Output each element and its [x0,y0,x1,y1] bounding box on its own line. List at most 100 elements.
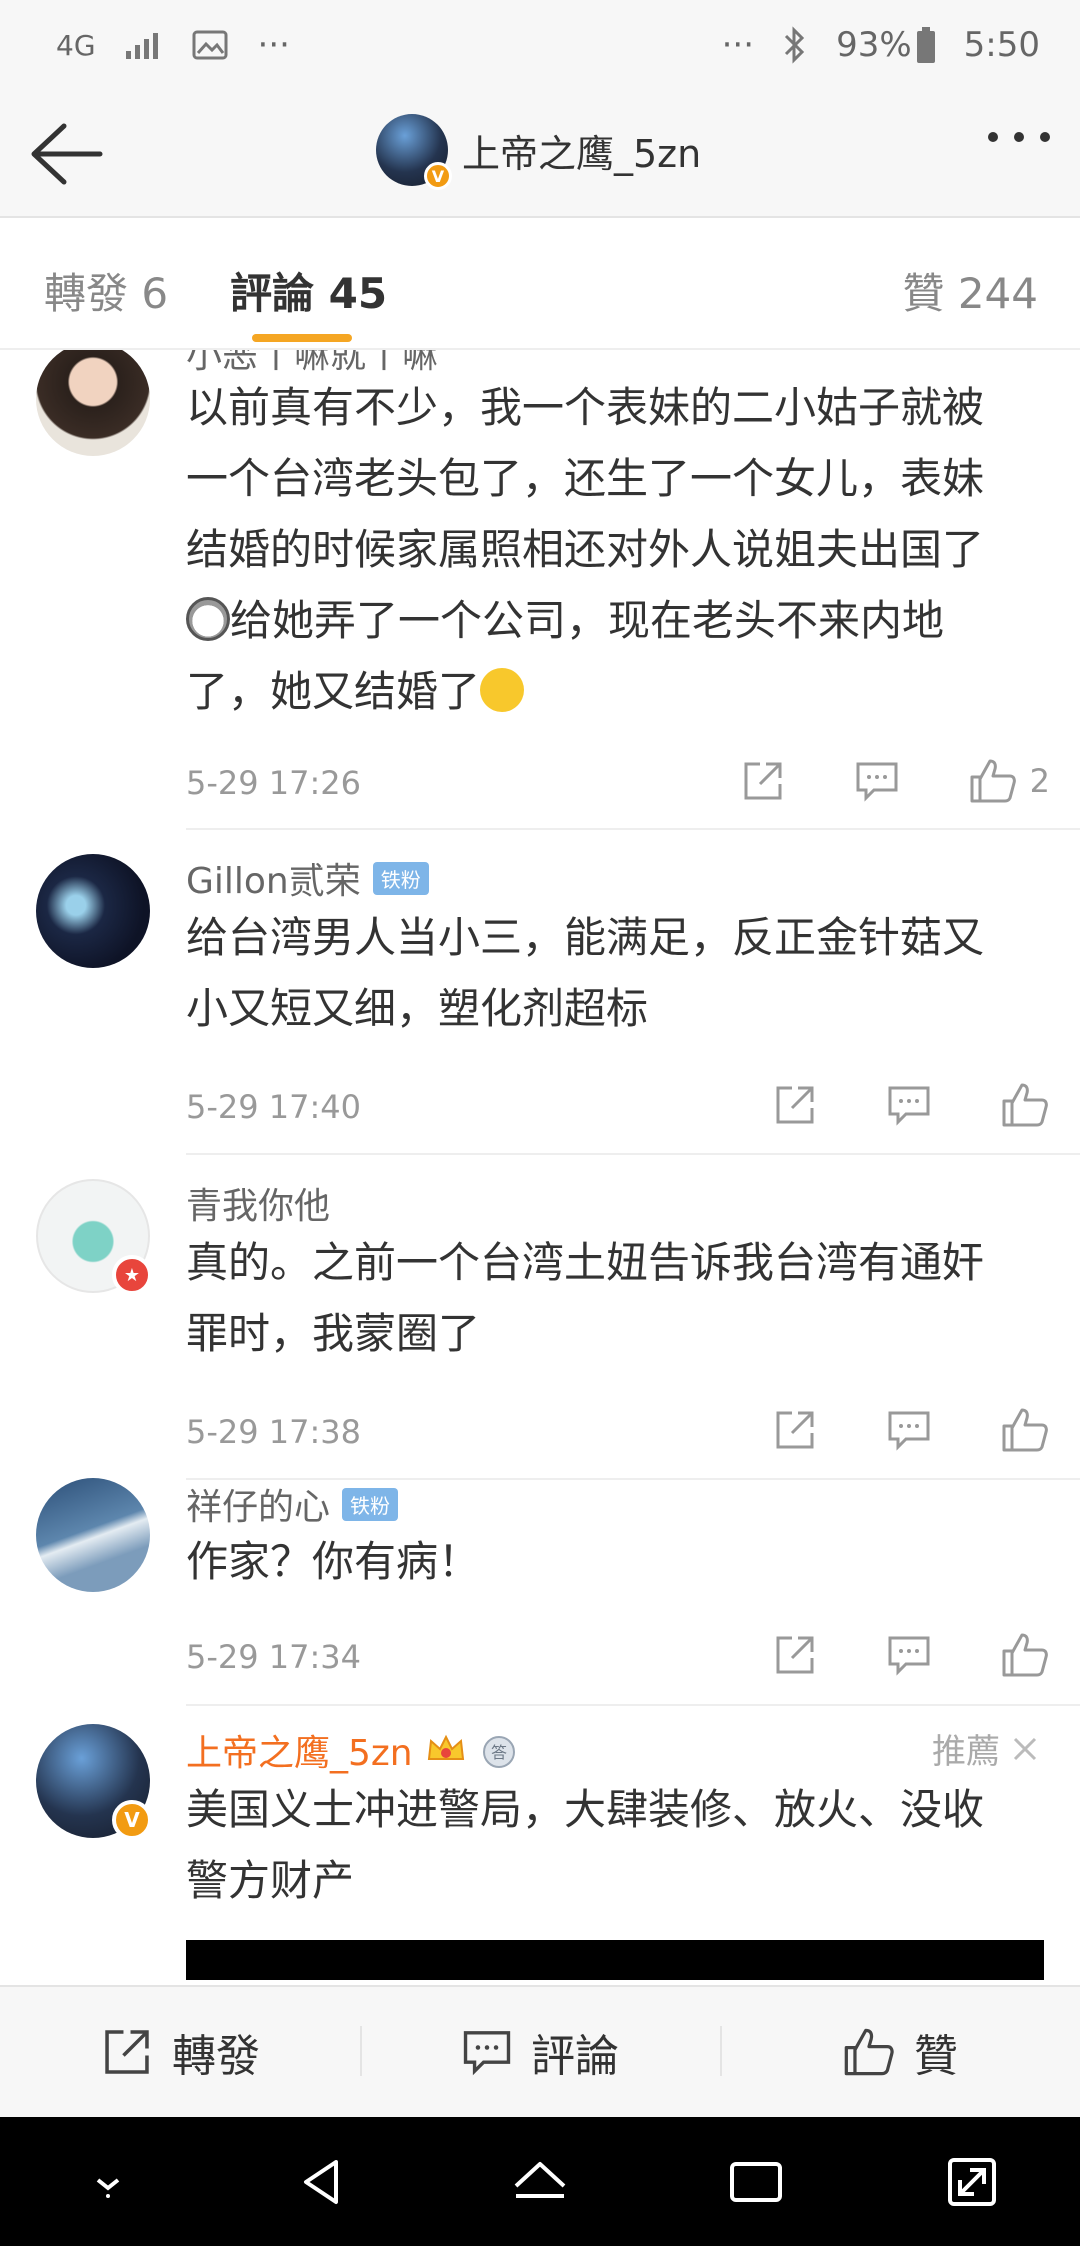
status-bar: 4G ··· ··· 93% 5:50 [0,0,1080,90]
recent-apps-icon[interactable] [724,2150,788,2214]
comment-time: 5-29 17:34 [186,1638,362,1676]
comment-time: 5-29 17:38 [186,1413,362,1451]
commenter-name[interactable]: 上帝之鹰_5zn 答 [186,1724,519,1776]
commenter-name[interactable]: 祥仔的心 铁粉 [186,1478,399,1530]
share-icon [776,1636,814,1674]
reply-button[interactable] [886,1080,936,1130]
avatar[interactable]: V [376,114,452,190]
comment-line: 一个台湾老头包了，还生了一个女儿，表妹 [186,454,985,503]
back-triangle-icon[interactable] [292,2150,356,2214]
expand-icon[interactable] [940,2150,1004,2214]
comment-line: 作家？你有病！ [186,1537,481,1586]
signal-icon [125,33,158,59]
comment-text: 真的。之前一个台湾土妞告诉我台湾有通奸 罪时，我蒙圈了 [186,1227,1046,1369]
commenter-avatar[interactable] [36,1478,150,1592]
comment-line: 给台湾男人当小三，能满足，反正金针菇又 [186,913,985,962]
panda-emoji-icon [186,597,230,641]
forward-label: 轉發 [172,2031,260,2082]
comment-line: 了，她又结婚了 [186,667,481,716]
tab-bar: 轉發 6 評論 45 贊 244 [0,218,1080,350]
verified-badge: V [424,162,452,190]
comment-list[interactable]: 小恶丨嘛就丨嘛 以前真有不少，我一个表妹的二小姑子就被 一个台湾老头包了，还生了… [0,350,1080,1985]
comment-button[interactable]: 評論 [360,2020,720,2084]
comment-line: 美国义士冲进警局，大肆装修、放火、没收 [186,1785,985,1834]
media-preview[interactable] [186,1940,1044,1980]
commenter-avatar[interactable]: V [36,1724,152,1840]
divider [186,1704,1080,1706]
comment-line: 给她弄了一个公司，现在老头不来内地 [230,596,945,645]
like-button[interactable]: 2 [968,756,1050,806]
recommend-tag: 推薦 [932,1724,1040,1773]
battery-icon [916,27,935,63]
share-button[interactable] [772,1080,822,1130]
share-button[interactable] [740,756,790,806]
like-button[interactable] [1000,1080,1050,1130]
more-options-button[interactable] [988,132,1050,142]
forward-button[interactable]: 轉發 [0,2020,360,2084]
comment-label: 評論 [531,2031,619,2082]
clock: 5:50 [963,25,1040,65]
thumbs-up-icon [1002,1408,1048,1452]
commenter-avatar[interactable]: ★ [36,1179,152,1295]
commenter-name-text: 上帝之鹰_5zn [186,1733,413,1774]
commenter-name-text: Gillon贰荣 [186,861,361,902]
more-dot-icon [988,132,998,142]
share-icon [105,2030,149,2074]
nav-bar: V 上帝之鹰_5zn [0,90,1080,218]
back-arrow-icon [31,123,103,185]
commenter-avatar[interactable] [36,854,150,968]
share-icon [744,762,782,800]
reply-button[interactable] [886,1630,936,1680]
back-button[interactable] [24,112,108,196]
thumbs-up-icon [1002,1083,1048,1127]
image-icon [192,30,228,60]
reply-button[interactable] [854,756,904,806]
more-dot-icon [1040,132,1050,142]
comment-text: 美国义士冲进警局，大肆装修、放火、没收 警方财产 [186,1774,1046,1916]
comment-line: 结婚的时候家属照相还对外人说姐夫出国了 [186,525,985,574]
profile-header[interactable]: V 上帝之鹰_5zn [376,114,702,190]
like-button[interactable]: 贊 [720,2020,1080,2084]
system-navigation-bar [0,2117,1080,2246]
comment-actions [708,1630,1050,1680]
comment-item: ★ 青我你他 真的。之前一个台湾土妞告诉我台湾有通奸 罪时，我蒙圈了 5-29 … [0,1155,1080,1480]
home-icon[interactable] [508,2150,572,2214]
like-button[interactable] [1000,1405,1050,1455]
thumbs-up-icon [1002,1633,1048,1677]
commenter-avatar[interactable] [36,350,150,456]
network-label: 4G [56,28,96,62]
verified-badge: V [112,1800,152,1840]
comment-icon [888,1411,930,1451]
page-title: 上帝之鹰_5zn [462,131,702,176]
chevron-down-icon[interactable] [76,2150,140,2214]
bluetooth-icon [785,26,805,64]
comment-actions [708,1080,1050,1130]
comment-line: 小又短又细，塑化剂超标 [186,984,649,1033]
comment-item: 小恶丨嘛就丨嘛 以前真有不少，我一个表妹的二小姑子就被 一个台湾老头包了，还生了… [0,350,1080,830]
share-button[interactable] [772,1405,822,1455]
medal-badge-icon: 答 [482,1736,515,1768]
comment-time: 5-29 17:26 [186,764,362,802]
like-button[interactable] [1000,1630,1050,1680]
comment-icon [856,762,898,802]
reply-button[interactable] [886,1405,936,1455]
tab-comments[interactable]: 評論 45 [230,260,387,321]
share-icon [776,1086,814,1124]
commenter-name[interactable]: 青我你他 [186,1177,330,1229]
like-count: 2 [1029,762,1050,800]
comment-actions: 2 [676,756,1050,806]
fan-badge: 铁粉 [342,1487,399,1521]
comment-item: 祥仔的心 铁粉 作家？你有病！ 5-29 17:34 [0,1478,1080,1706]
share-button[interactable] [772,1630,822,1680]
tab-likes[interactable]: 贊 244 [902,260,1038,321]
comment-line: 真的。之前一个台湾土妞告诉我台湾有通奸 [186,1238,985,1287]
comment-icon [888,1086,930,1126]
star-badge-icon: ★ [112,1255,152,1295]
commenter-name[interactable]: Gillon贰荣 铁粉 [186,852,429,904]
crown-badge-icon [427,1734,464,1760]
tab-forwards[interactable]: 轉發 6 [44,260,168,321]
laughing-emoji-icon [480,668,525,712]
commenter-name-text: 祥仔的心 [186,1487,331,1528]
active-tab-indicator [252,334,352,342]
close-icon[interactable] [1010,1734,1040,1764]
